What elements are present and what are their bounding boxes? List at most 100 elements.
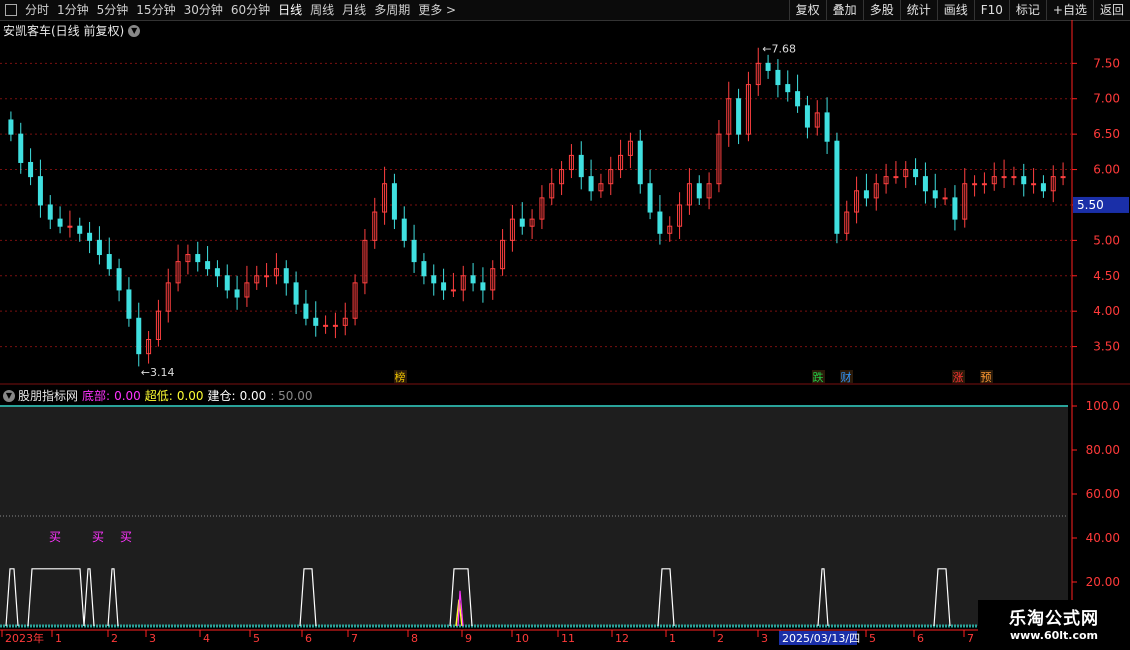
date-tick-label: 1	[55, 632, 62, 645]
candle-body	[804, 105, 810, 128]
date-tick-label: 7	[967, 632, 974, 645]
candle-body	[313, 317, 319, 326]
candle-body	[205, 261, 211, 270]
candle-body	[785, 84, 791, 93]
candle-body	[18, 133, 24, 163]
candle-body	[893, 176, 899, 179]
buy-signal-label: 买	[92, 530, 104, 544]
candle-body	[136, 317, 142, 355]
price-tick-label: 6.50	[1093, 127, 1120, 141]
candle-body	[67, 225, 73, 228]
price-tick-label: 6.00	[1093, 163, 1120, 177]
candle-body	[431, 275, 437, 284]
candle-body	[224, 275, 230, 291]
date-tick-label: 3	[149, 632, 156, 645]
candle-body	[323, 324, 329, 327]
candle-body	[775, 69, 781, 86]
low-price-label: ←3.14	[141, 366, 175, 379]
candle-body	[214, 268, 220, 277]
candle-body	[195, 254, 201, 263]
indicator-tick-label: 80.00	[1086, 443, 1120, 457]
candle-body	[1021, 176, 1027, 185]
price-tick-label: 7.50	[1093, 56, 1120, 70]
indicator-tick-label: 100.0	[1086, 399, 1120, 413]
candle-body	[401, 218, 407, 241]
date-tick-label: 2	[717, 632, 724, 645]
candle-body	[293, 282, 299, 305]
candle-body	[332, 324, 338, 327]
candle-body	[411, 239, 417, 263]
candle-body	[696, 183, 702, 199]
date-tick-label: 2023年	[5, 631, 44, 645]
candle-body	[8, 119, 14, 135]
indicator-tick-label: 40.00	[1086, 531, 1120, 545]
buy-signal-label: 买	[49, 530, 61, 544]
candle-body	[126, 289, 132, 319]
event-marker: 跌	[813, 370, 824, 384]
candle-body	[942, 197, 948, 200]
candle-body	[932, 190, 938, 199]
candle-body	[952, 197, 958, 220]
date-tick-label: 3	[761, 632, 768, 645]
candle-body	[824, 112, 830, 142]
date-tick-label: 6	[917, 632, 924, 645]
logo-url: www.60lt.com	[1009, 629, 1099, 642]
candle-body	[116, 268, 122, 291]
date-tick-label: 5	[253, 632, 260, 645]
chart-canvas[interactable]: ←7.68 ←3.14 榜 跌 财 涨 预 7.50 7.00 6.50 6.00 5.50 5.00…	[0, 0, 1130, 650]
candle-body	[421, 261, 427, 277]
date-tick-label: 2025/03/13/四	[782, 632, 860, 645]
indicator-tick-label: 20.00	[1086, 575, 1120, 589]
buy-signal-label: 买	[120, 530, 132, 544]
candle-body	[647, 183, 653, 213]
date-tick-label: 10	[515, 632, 529, 645]
candle-body	[234, 289, 240, 298]
candle-body	[28, 161, 34, 178]
logo-text: 乐淘公式网	[1009, 609, 1099, 629]
event-marker: 涨	[953, 371, 964, 384]
date-tick-label: 8	[411, 632, 418, 645]
time-axis: 2023年 1 2 3 4 5 6 7 8 9 10 11 12 1 2 3 2025/03/13/四 5 6 7	[0, 629, 1072, 645]
candle-body	[1011, 176, 1017, 179]
date-tick-label: 5	[869, 632, 876, 645]
date-tick-label: 1	[669, 632, 676, 645]
candle-body	[264, 275, 270, 278]
candle-body	[795, 91, 801, 107]
candle-body	[637, 140, 643, 185]
date-tick-label: 9	[465, 632, 472, 645]
candle-body	[1040, 183, 1046, 192]
event-marker: 榜	[395, 370, 406, 384]
candle-body	[57, 218, 63, 227]
candle-body	[480, 282, 486, 291]
price-tick-label: 3.50	[1093, 340, 1120, 354]
date-tick-label: 11	[561, 632, 575, 645]
candle-body	[87, 232, 93, 241]
date-tick-label: 12	[615, 632, 629, 645]
candle-body	[450, 289, 456, 292]
candle-body	[736, 98, 742, 135]
price-tick-label: 7.00	[1093, 92, 1120, 106]
candle-body	[47, 204, 53, 220]
candle-body	[972, 183, 978, 186]
watermark-logo: 乐淘公式网 www.60lt.com	[978, 600, 1130, 646]
price-tick-label: 4.00	[1093, 304, 1120, 318]
candle-body	[77, 225, 83, 234]
date-tick-label: 2	[111, 632, 118, 645]
candle-body	[922, 176, 928, 192]
candle-body	[106, 254, 112, 270]
event-marker: 预	[981, 371, 992, 384]
candle-body	[391, 183, 397, 220]
candle-body	[1031, 183, 1037, 186]
candle-body	[470, 275, 476, 284]
candle-body	[519, 218, 525, 227]
indicator-tick-label: 60.00	[1086, 487, 1120, 501]
indicator-panel: 100.0 80.00 60.00 40.00 20.00 买 买 买	[0, 399, 1120, 628]
date-tick-label: 4	[203, 632, 210, 645]
price-tick-label: 5.00	[1093, 233, 1120, 247]
high-price-label: ←7.68	[762, 43, 796, 56]
candle-body	[37, 176, 43, 206]
candlestick-series: ←7.68 ←3.14 榜 跌 财 涨 预	[8, 43, 1066, 384]
price-axis: 7.507.006.506.005.505.004.504.003.505.50	[1072, 56, 1129, 354]
candle-body	[578, 154, 584, 178]
candle-body	[588, 176, 594, 192]
